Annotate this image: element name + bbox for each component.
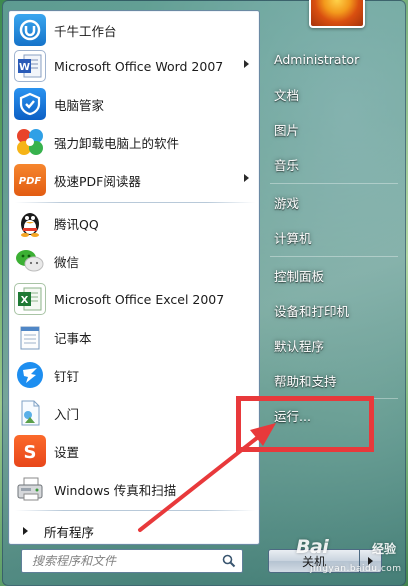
- watermark-url: jingyan.baidu.com: [310, 564, 402, 574]
- baidu-watermark: Bai 经验 jingyan.baidu.com: [296, 536, 404, 582]
- watermark-brand: Bai: [296, 536, 329, 558]
- watermark-sub: 经验: [372, 542, 397, 556]
- annotation-arrow: [138, 423, 276, 532]
